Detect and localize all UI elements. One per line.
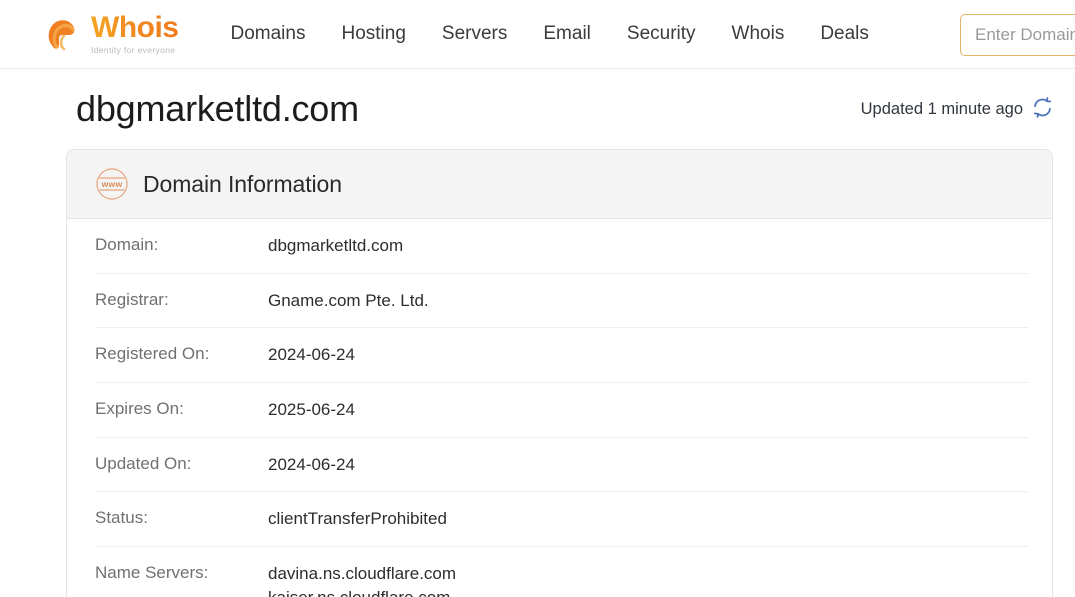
nav-link-domains[interactable]: Domains bbox=[213, 17, 324, 51]
main-nav: Domains Hosting Servers Email Security W… bbox=[213, 17, 887, 51]
card-body: Domain: dbgmarketltd.com Registrar: Gnam… bbox=[67, 219, 1052, 597]
row-value-updated-on: 2024-06-24 bbox=[268, 454, 355, 474]
row-label-expires-on: Expires On: bbox=[95, 398, 184, 418]
name-server-entry: kaiser.ns.cloudflare.com bbox=[268, 586, 1028, 597]
table-row: Name Servers: davina.ns.cloudflare.com k… bbox=[95, 547, 1028, 597]
name-server-entry: davina.ns.cloudflare.com bbox=[268, 563, 457, 583]
nav-item-email: Email bbox=[525, 17, 609, 51]
brand-name: Whois bbox=[91, 11, 179, 45]
card-title: Domain Information bbox=[143, 170, 342, 197]
row-value-domain: dbgmarketltd.com bbox=[268, 236, 404, 255]
row-value-registrar: Gname.com Pte. Ltd. bbox=[268, 290, 429, 310]
row-value-name-servers: davina.ns.cloudflare.com kaiser.ns.cloud… bbox=[268, 562, 1028, 597]
table-row: Domain: dbgmarketltd.com bbox=[95, 219, 1028, 274]
www-globe-icon: www bbox=[95, 167, 129, 201]
table-row: Updated On: 2024-06-24 bbox=[95, 438, 1028, 493]
refresh-button[interactable] bbox=[1031, 97, 1053, 121]
nav-link-hosting[interactable]: Hosting bbox=[323, 17, 423, 51]
top-navbar: Whois Identity for everyone Domains Host… bbox=[0, 0, 1075, 69]
domain-information-card: www Domain Information Domain: dbgmarket… bbox=[66, 149, 1053, 597]
whois-hand-logo-icon bbox=[44, 14, 84, 54]
nav-link-security[interactable]: Security bbox=[609, 17, 714, 51]
domain-search bbox=[960, 14, 1075, 56]
card-header: www Domain Information bbox=[67, 150, 1052, 219]
nav-item-security: Security bbox=[609, 17, 714, 51]
table-row: Expires On: 2025-06-24 bbox=[95, 383, 1028, 438]
nav-link-whois[interactable]: Whois bbox=[714, 17, 803, 51]
row-label-registrar: Registrar: bbox=[95, 289, 169, 309]
nav-item-whois: Whois bbox=[714, 17, 803, 51]
updated-status: Updated 1 minute ago bbox=[860, 97, 1053, 121]
row-label-status: Status: bbox=[95, 508, 148, 528]
nav-item-hosting: Hosting bbox=[323, 17, 423, 51]
nav-item-deals: Deals bbox=[802, 17, 887, 51]
table-row: Registered On: 2024-06-24 bbox=[95, 328, 1028, 383]
row-value-expires-on: 2025-06-24 bbox=[268, 399, 355, 419]
svg-text:www: www bbox=[101, 179, 123, 189]
row-label-name-servers: Name Servers: bbox=[95, 562, 209, 582]
brand-logo-link[interactable]: Whois Identity for everyone bbox=[44, 13, 179, 55]
refresh-icon bbox=[1032, 97, 1053, 121]
updated-text: Updated 1 minute ago bbox=[860, 99, 1023, 118]
nav-item-domains: Domains bbox=[213, 17, 324, 51]
page-title: dbgmarketltd.com bbox=[76, 88, 359, 129]
row-label-updated-on: Updated On: bbox=[95, 453, 192, 473]
nav-item-servers: Servers bbox=[424, 17, 525, 51]
nav-link-servers[interactable]: Servers bbox=[424, 17, 525, 51]
row-value-registered-on: 2024-06-24 bbox=[268, 345, 355, 365]
search-input[interactable] bbox=[960, 14, 1075, 56]
row-value-status: clientTransferProhibited bbox=[268, 509, 447, 529]
table-row: Registrar: Gname.com Pte. Ltd. bbox=[95, 274, 1028, 329]
nav-link-deals[interactable]: Deals bbox=[802, 17, 887, 51]
nav-link-email[interactable]: Email bbox=[525, 17, 609, 51]
row-label-registered-on: Registered On: bbox=[95, 344, 210, 364]
page-header: dbgmarketltd.com Updated 1 minute ago bbox=[0, 69, 1075, 149]
row-label-domain: Domain: bbox=[95, 235, 159, 254]
brand-tagline: Identity for everyone bbox=[91, 45, 176, 56]
table-row: Status: clientTransferProhibited bbox=[95, 492, 1028, 547]
